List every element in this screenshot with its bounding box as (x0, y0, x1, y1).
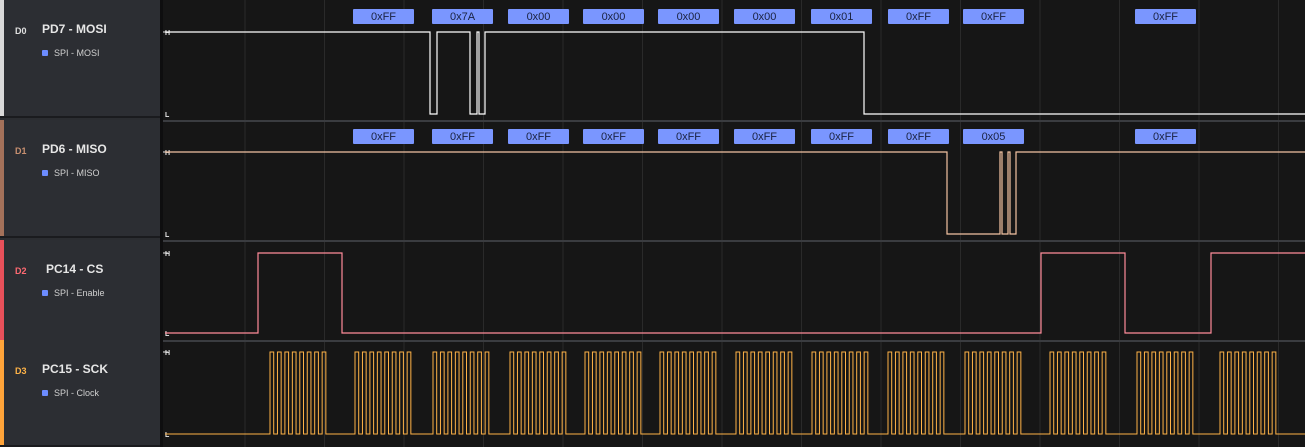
level-high-label: H (165, 350, 170, 357)
channel-sidebar: D0 PD7 - MOSI SPI - MOSI D1 PD6 - MISO S… (0, 0, 160, 447)
byte-label: 0x05 (982, 131, 1006, 143)
byte-label: 0xFF (1153, 131, 1178, 143)
level-high-label: H (165, 150, 170, 157)
byte-label: 0xFF (1153, 11, 1178, 23)
waveform-canvas[interactable]: H L H L H L H L 0xFF 0x7A 0x00 0x00 0x00 0x00 0x01 0xFF… (163, 0, 1305, 447)
channel-panel-d3[interactable]: D3 PC15 - SCK SPI - Clock (0, 340, 160, 447)
analyzer-name: SPI - Enable (54, 288, 105, 298)
channel-name[interactable]: PC14 - CS (46, 262, 103, 276)
byte-label: 0x00 (602, 11, 626, 23)
channel-color-stripe (0, 240, 4, 356)
waveform-view[interactable]: H L H L H L H L 0xFF 0x7A 0x00 0x00 0x00 0x00 0x01 0xFF… (163, 0, 1305, 447)
byte-label: 0x7A (450, 11, 476, 23)
channel-color-stripe (0, 120, 4, 236)
analyzer-color-icon (42, 390, 48, 396)
byte-label: 0x00 (677, 11, 701, 23)
byte-label: 0xFF (981, 11, 1006, 23)
analyzer-label[interactable]: SPI - Clock (42, 388, 99, 398)
analyzer-label[interactable]: SPI - MOSI (42, 48, 100, 58)
channel-number: D3 (15, 366, 27, 376)
byte-label: 0xFF (906, 131, 931, 143)
byte-label: 0xFF (906, 11, 931, 23)
level-high-label: H (165, 251, 170, 258)
byte-label: 0xFF (752, 131, 777, 143)
byte-label: 0xFF (371, 131, 396, 143)
channel-number: D0 (15, 26, 27, 36)
level-low-label: L (165, 331, 170, 338)
analyzer-color-icon (42, 50, 48, 56)
byte-label: 0xFF (829, 131, 854, 143)
channel-name[interactable]: PD7 - MOSI (42, 22, 107, 36)
channel-number: D1 (15, 146, 27, 156)
byte-label: 0xFF (676, 131, 701, 143)
analyzer-label[interactable]: SPI - MISO (42, 168, 100, 178)
channel-panel-d1[interactable]: D1 PD6 - MISO SPI - MISO (0, 120, 160, 238)
level-low-label: L (165, 432, 170, 439)
channel-number: D2 (15, 266, 27, 276)
channel-color-stripe (0, 0, 4, 116)
channel-color-stripe (0, 340, 4, 445)
byte-label: 0xFF (526, 131, 551, 143)
byte-label: 0xFF (450, 131, 475, 143)
byte-label: 0x00 (753, 11, 777, 23)
analyzer-color-icon (42, 170, 48, 176)
analyzer-name: SPI - Clock (54, 388, 100, 398)
analyzer-name: SPI - MISO (54, 168, 100, 178)
channel-name[interactable]: PC15 - SCK (42, 362, 108, 376)
analyzer-label[interactable]: SPI - Enable (42, 288, 105, 298)
byte-label: 0x01 (830, 11, 854, 23)
channel-panel-d0[interactable]: D0 PD7 - MOSI SPI - MOSI (0, 0, 160, 118)
byte-label: 0xFF (601, 131, 626, 143)
analyzer-name: SPI - MOSI (54, 48, 100, 58)
analyzer-color-icon (42, 290, 48, 296)
level-high-label: H (165, 30, 170, 37)
level-low-label: L (165, 112, 170, 119)
byte-label: 0xFF (371, 11, 396, 23)
byte-label: 0x00 (527, 11, 551, 23)
waveform-background (163, 0, 1305, 447)
level-low-label: L (165, 232, 170, 239)
channel-name[interactable]: PD6 - MISO (42, 142, 107, 156)
